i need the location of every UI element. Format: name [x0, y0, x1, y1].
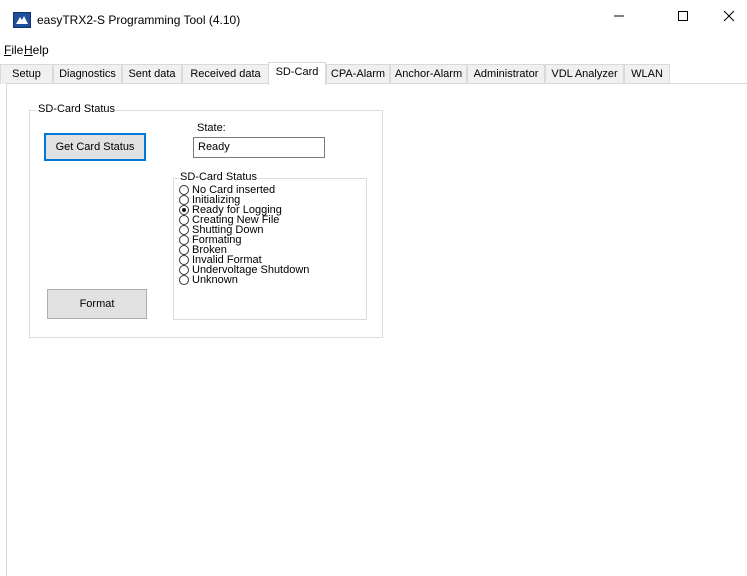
radio-button[interactable]: [179, 215, 189, 225]
tab-diagnostics[interactable]: Diagnostics: [53, 64, 122, 84]
menu-help-label: elp: [32, 43, 49, 57]
radio-button[interactable]: [179, 235, 189, 245]
status-radio-list: No Card inserted Initializing Ready for …: [179, 185, 359, 315]
tab-administrator[interactable]: Administrator: [467, 64, 545, 84]
maximize-icon: [678, 11, 688, 21]
tab-sd-card[interactable]: SD-Card: [268, 62, 326, 85]
radio-button[interactable]: [179, 255, 189, 265]
menu-help[interactable]: Help: [24, 43, 49, 57]
tab-setup[interactable]: Setup: [0, 64, 53, 84]
minimize-icon: [614, 15, 624, 17]
menu-file[interactable]: File: [4, 43, 23, 57]
close-button[interactable]: [706, 0, 747, 32]
get-card-status-button[interactable]: Get Card Status: [44, 133, 146, 161]
tab-sent-data[interactable]: Sent data: [122, 64, 182, 84]
sd-card-panel: SD-Card Status Get Card Status State: Re…: [6, 83, 747, 576]
radio-button[interactable]: [179, 225, 189, 235]
minimize-button[interactable]: [596, 0, 642, 32]
radio-label: Unknown: [192, 274, 238, 286]
radio-button[interactable]: [179, 195, 189, 205]
sd-card-status-group-title: SD-Card Status: [37, 103, 117, 115]
menu-file-label: ile: [11, 43, 24, 57]
radio-button[interactable]: [179, 185, 189, 195]
sd-card-status-radio-group: No Card inserted Initializing Ready for …: [173, 178, 367, 320]
radio-button-checked[interactable]: [179, 205, 189, 215]
title-bar: easyTRX2-S Programming Tool (4.10): [0, 0, 747, 40]
tab-wlan[interactable]: WLAN: [624, 64, 670, 84]
state-label: State:: [197, 122, 226, 134]
radio-button[interactable]: [179, 245, 189, 255]
window-title: easyTRX2-S Programming Tool (4.10): [37, 13, 241, 27]
radio-button[interactable]: [179, 265, 189, 275]
radio-button[interactable]: [179, 275, 189, 285]
tab-strip: Setup Diagnostics Sent data Received dat…: [0, 62, 747, 85]
menu-help-accel: H: [24, 43, 33, 57]
radio-unknown[interactable]: Unknown: [179, 274, 238, 286]
state-field[interactable]: Ready: [193, 137, 325, 158]
app-logo-icon: [13, 12, 31, 28]
maximize-button[interactable]: [660, 0, 706, 32]
close-icon: [723, 10, 735, 22]
tab-cpa-alarm[interactable]: CPA-Alarm: [326, 64, 390, 84]
tab-vdl-analyzer[interactable]: VDL Analyzer: [545, 64, 624, 84]
menu-bar: File Help: [0, 40, 747, 60]
tab-received-data[interactable]: Received data: [182, 64, 269, 84]
sd-card-status-radio-group-title: SD-Card Status: [179, 171, 259, 183]
format-button[interactable]: Format: [47, 289, 147, 319]
tab-anchor-alarm[interactable]: Anchor-Alarm: [390, 64, 467, 84]
